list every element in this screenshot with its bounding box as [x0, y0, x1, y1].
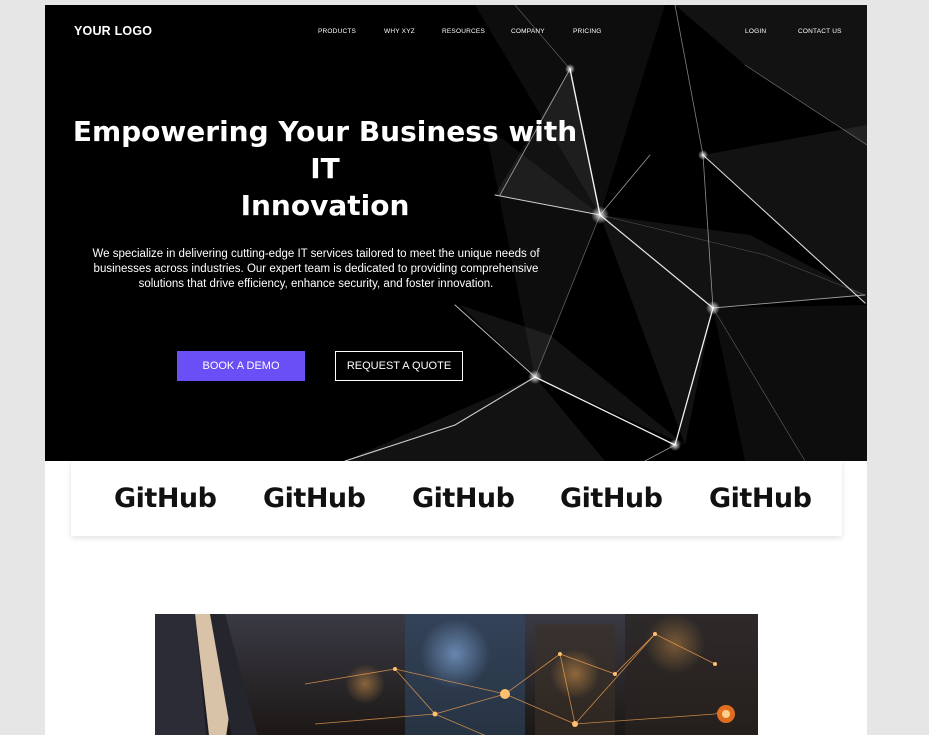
partner-logo-github-4: GitHub: [560, 483, 663, 514]
hero-description: We specialize in delivering cutting-edge…: [70, 247, 562, 292]
hero-title: Empowering Your Business with IT Innovat…: [65, 113, 585, 224]
landing-page: YOUR LOGO PRODUCTS WHY XYZ RESOURCES COM…: [45, 5, 867, 735]
hero-description-line-2: businesses across industries. Our expert…: [93, 263, 539, 275]
nav-products[interactable]: PRODUCTS: [318, 28, 356, 35]
nav-pricing[interactable]: PRICING: [573, 28, 602, 35]
nav-resources[interactable]: RESOURCES: [442, 28, 485, 35]
hero-title-line-1: Empowering Your Business with IT: [72, 115, 578, 185]
book-a-demo-button[interactable]: BOOK A DEMO: [177, 351, 305, 381]
nav-company[interactable]: COMPANY: [511, 28, 545, 35]
partner-logo-github-1: GitHub: [114, 483, 217, 514]
hero-description-line-3: solutions that drive efficiency, enhance…: [138, 278, 494, 290]
hero-description-line-1: We specialize in delivering cutting-edge…: [92, 248, 540, 260]
partner-logos: GitHub GitHub GitHub GitHub GitHub: [71, 461, 842, 536]
login-link[interactable]: LOGIN: [745, 28, 766, 35]
brand-logo[interactable]: YOUR LOGO: [74, 24, 152, 38]
hero-section: YOUR LOGO PRODUCTS WHY XYZ RESOURCES COM…: [45, 5, 867, 461]
hero-title-line-2: Innovation: [240, 189, 410, 222]
contact-us-link[interactable]: CONTACT US: [798, 28, 842, 35]
partner-logo-github-5: GitHub: [709, 483, 812, 514]
businessman-network-photo: [155, 614, 758, 735]
request-a-quote-button[interactable]: REQUEST A QUOTE: [335, 351, 463, 381]
nav-why-xyz[interactable]: WHY XYZ: [384, 28, 415, 35]
network-graphic: [344, 5, 867, 461]
partner-logo-github-2: GitHub: [263, 483, 366, 514]
partner-logo-github-3: GitHub: [412, 483, 515, 514]
feature-image: [155, 614, 758, 735]
